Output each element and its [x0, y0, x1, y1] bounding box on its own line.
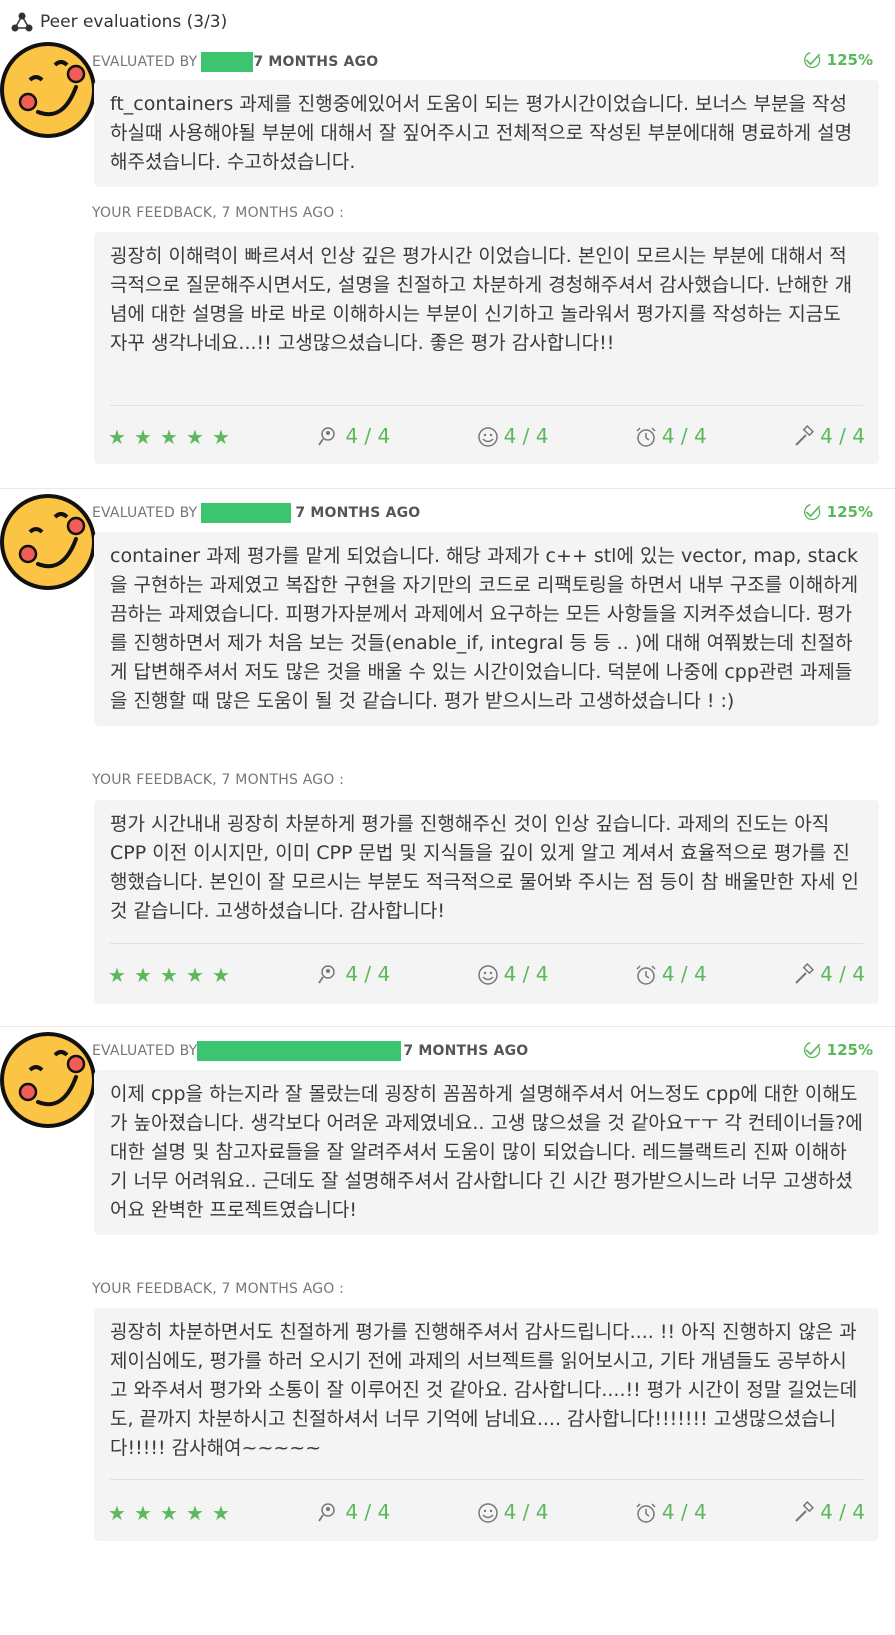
divider	[110, 1479, 863, 1480]
feedback-text: 평가 시간내내 굉장히 차분하게 평가를 진행해주신 것이 인상 깊습니다. 과…	[110, 813, 859, 922]
final-mark: 125%	[803, 50, 873, 70]
feedback-title: YOUR FEEDBACK, 7 MONTHS AGO :	[92, 1281, 345, 1297]
redacted-login	[201, 52, 254, 72]
star-icon: ★	[212, 1500, 230, 1525]
alarm-clock-icon	[636, 426, 656, 447]
smile-icon	[477, 1502, 498, 1523]
rating-row: ★ ★ ★ ★ ★ 4 / 4 4 / 4 4 / 4 4 / 4	[108, 960, 865, 989]
evaluated-by-line: EVALUATED BY 7 MONTHS AGO	[92, 1041, 528, 1061]
star-icon: ★	[186, 424, 204, 449]
star-icon: ★	[134, 424, 152, 449]
star-icon: ★	[108, 962, 126, 987]
check-badge-icon	[803, 503, 820, 521]
page-title: Peer evaluations (3/3)	[40, 12, 228, 32]
rating-nice: 4 / 4	[476, 422, 549, 451]
search-person-icon	[318, 426, 336, 445]
feedback-title: YOUR FEEDBACK, 7 MONTHS AGO :	[92, 205, 345, 221]
avatar-smiley-icon	[0, 42, 96, 138]
rating-punctuality: 4 / 4	[634, 422, 707, 451]
feedback-box: 굉장히 이해력이 빠르셔서 인상 깊은 평가시간 이었습니다. 본인이 모르시는…	[94, 232, 879, 464]
feedback-text: 굉장히 차분하면서도 친절하게 평가를 진행해주셔서 감사드립니다.... !!…	[110, 1321, 858, 1459]
evaluated-by-label: EVALUATED BY	[92, 505, 198, 521]
evaluation-time: 7 MONTHS AGO	[253, 54, 379, 70]
feedback-box: 평가 시간내내 굉장히 차분하게 평가를 진행해주신 것이 인상 깊습니다. 과…	[94, 800, 879, 1004]
star-rating: ★ ★ ★ ★ ★	[108, 427, 232, 447]
divider	[110, 405, 863, 406]
rating-nice: 4 / 4	[476, 960, 549, 989]
evaluation-time: 7 MONTHS AGO	[403, 1043, 529, 1059]
star-icon: ★	[186, 962, 204, 987]
feedback-box: 굉장히 차분하면서도 친절하게 평가를 진행해주셔서 감사드립니다.... !!…	[94, 1308, 879, 1541]
redacted-login	[201, 503, 292, 523]
smile-icon	[477, 426, 498, 447]
rating-punctuality: 4 / 4	[634, 960, 707, 989]
star-icon: ★	[160, 424, 178, 449]
rating-nice: 4 / 4	[476, 1498, 549, 1527]
star-icon: ★	[108, 424, 126, 449]
star-icon: ★	[186, 1500, 204, 1525]
evaluation-separator	[0, 1026, 895, 1027]
rating-rigorous: 4 / 4	[792, 422, 865, 451]
rating-rigorous: 4 / 4	[792, 1498, 865, 1527]
check-badge-icon	[803, 51, 820, 69]
evaluated-by-line: EVALUATED BY 7 MONTHS AGO	[92, 503, 420, 523]
star-icon: ★	[212, 962, 230, 987]
rating-punctuality: 4 / 4	[634, 1498, 707, 1527]
hammer-icon	[795, 962, 815, 984]
network-icon	[11, 12, 33, 32]
star-rating: ★ ★ ★ ★ ★	[108, 1503, 232, 1523]
alarm-clock-icon	[636, 964, 656, 985]
evaluated-by-line: EVALUATED BY 7 MONTHS AGO	[92, 52, 378, 72]
feedback-text: 굉장히 이해력이 빠르셔서 인상 깊은 평가시간 이었습니다. 본인이 모르시는…	[110, 245, 853, 354]
evaluator-comment: container 과제 평가를 맡게 되었습니다. 해당 과제가 c++ st…	[94, 532, 879, 726]
search-person-icon	[318, 964, 336, 983]
check-badge-icon	[803, 1041, 820, 1059]
rating-row: ★ ★ ★ ★ ★ 4 / 4 4 / 4 4 / 4 4 / 4	[108, 422, 865, 451]
star-icon: ★	[134, 1500, 152, 1525]
rating-interested: 4 / 4	[317, 960, 390, 989]
final-mark: 125%	[803, 502, 873, 522]
redacted-login	[197, 1041, 402, 1061]
evaluated-by-label: EVALUATED BY	[92, 1043, 198, 1059]
avatar-smiley-icon	[0, 494, 96, 590]
rating-interested: 4 / 4	[317, 422, 390, 451]
hammer-icon	[795, 424, 815, 446]
peer-evaluations-header: Peer evaluations (3/3)	[10, 8, 227, 36]
hammer-icon	[795, 1500, 815, 1522]
star-icon: ★	[212, 424, 230, 449]
rating-interested: 4 / 4	[317, 1498, 390, 1527]
star-rating: ★ ★ ★ ★ ★	[108, 965, 232, 985]
evaluated-by-label: EVALUATED BY	[92, 54, 198, 70]
star-icon: ★	[160, 962, 178, 987]
alarm-clock-icon	[636, 1502, 656, 1523]
divider	[110, 943, 863, 944]
search-person-icon	[318, 1502, 336, 1521]
star-icon: ★	[108, 1500, 126, 1525]
evaluation-time: 7 MONTHS AGO	[295, 505, 421, 521]
star-icon: ★	[160, 1500, 178, 1525]
evaluation-separator	[0, 488, 895, 489]
final-mark: 125%	[803, 1040, 873, 1060]
avatar-smiley-icon	[0, 1032, 96, 1128]
star-icon: ★	[134, 962, 152, 987]
evaluator-comment: ft_containers 과제를 진행중에있어서 도움이 되는 평가시간이었습…	[94, 80, 879, 187]
evaluator-comment: 이제 cpp을 하는지라 잘 몰랐는데 굉장히 꼼꼼하게 설명해주셔서 어느정도…	[94, 1070, 879, 1235]
smile-icon	[477, 964, 498, 985]
rating-rigorous: 4 / 4	[792, 960, 865, 989]
feedback-title: YOUR FEEDBACK, 7 MONTHS AGO :	[92, 772, 345, 788]
rating-row: ★ ★ ★ ★ ★ 4 / 4 4 / 4 4 / 4 4 / 4	[108, 1498, 865, 1527]
